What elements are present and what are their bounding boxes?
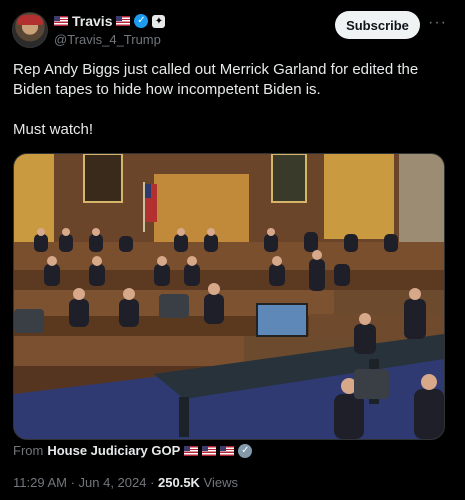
avatar[interactable] bbox=[12, 12, 48, 48]
more-options-icon[interactable]: ··· bbox=[428, 14, 447, 32]
views-label: Views bbox=[199, 475, 238, 490]
post-text-line: Must watch! bbox=[13, 121, 94, 138]
avatar-hat bbox=[17, 15, 43, 25]
video-source[interactable]: From House Judiciary GOP ✓ bbox=[13, 443, 253, 458]
us-flag-icon bbox=[184, 445, 199, 456]
video-media[interactable] bbox=[13, 153, 445, 440]
us-flag-icon bbox=[220, 445, 235, 456]
verified-badge-icon: ✓ bbox=[134, 14, 149, 28]
us-flag-icon bbox=[202, 445, 217, 456]
verified-badge-icon: ✓ bbox=[238, 443, 253, 458]
author-name-row[interactable]: Travis ✓ ✦ bbox=[54, 13, 166, 29]
post-text: Rep Andy Biggs just called out Merrick G… bbox=[13, 60, 443, 140]
author-display-name[interactable]: Travis bbox=[72, 13, 112, 29]
post-timestamp[interactable]: 11:29 AM · Jun 4, 2024 · bbox=[13, 475, 158, 490]
us-flag-icon bbox=[54, 16, 68, 26]
post-meta: 11:29 AM · Jun 4, 2024 · 250.5K Views bbox=[13, 475, 238, 490]
affiliate-badge-icon: ✦ bbox=[152, 14, 166, 28]
source-name[interactable]: House Judiciary GOP bbox=[47, 443, 180, 458]
post-text-line: Rep Andy Biggs just called out Merrick G… bbox=[13, 61, 419, 98]
views-count: 250.5K bbox=[158, 475, 200, 490]
source-prefix: From bbox=[13, 443, 44, 458]
hearing-room-scene bbox=[14, 154, 444, 439]
subscribe-button[interactable]: Subscribe bbox=[335, 11, 420, 39]
author-handle[interactable]: @Travis_4_Trump bbox=[54, 32, 161, 47]
us-flag-icon bbox=[116, 16, 131, 26]
